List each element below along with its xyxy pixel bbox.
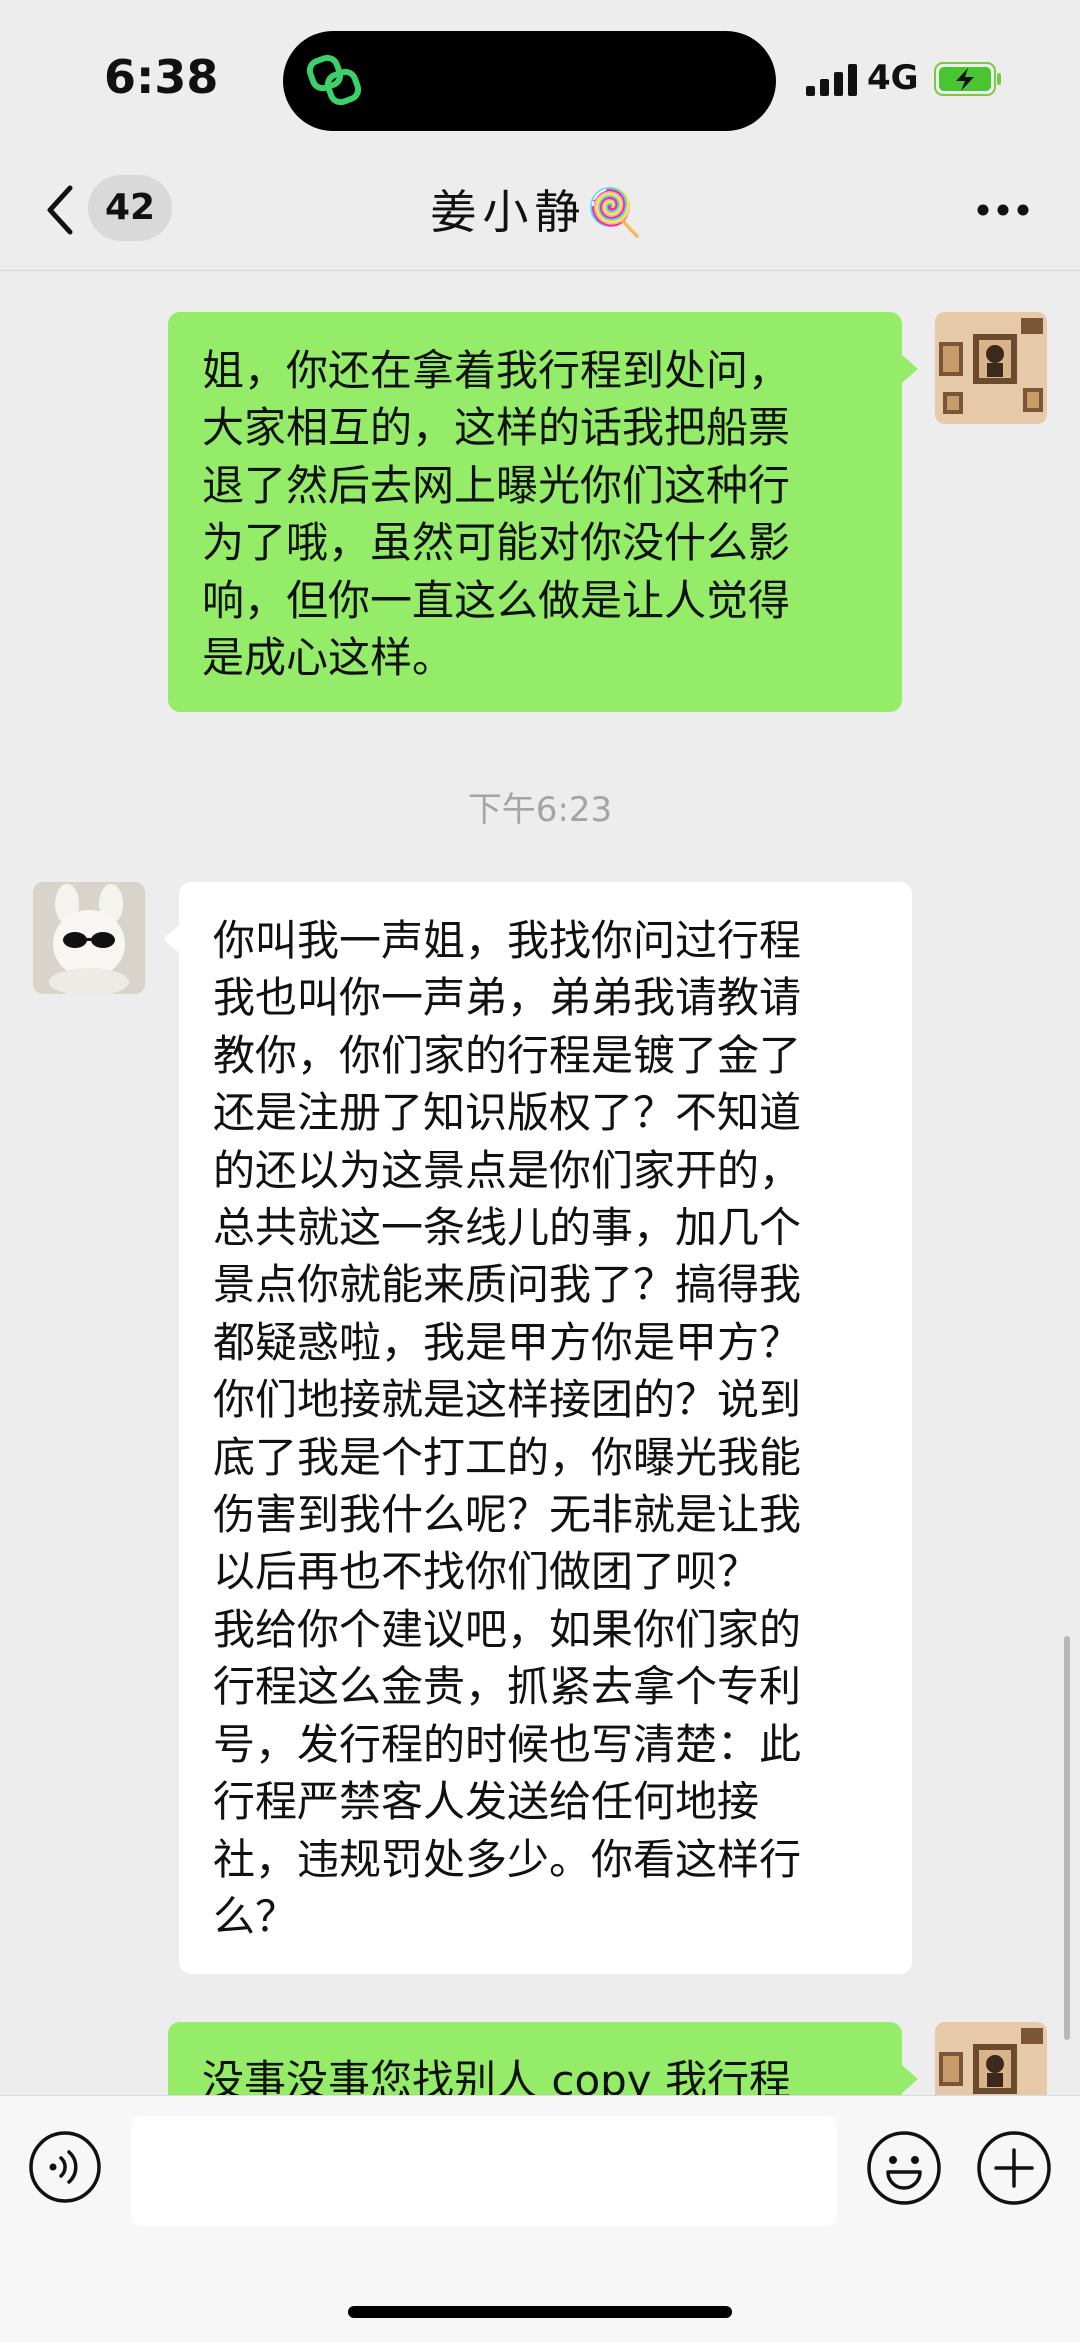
bubble-tail [902,2065,918,2093]
more-icon[interactable] [976,202,1030,218]
dynamic-island [283,31,776,131]
app-activity-icon [306,54,362,106]
signal-icon [806,64,857,96]
plus-icon[interactable] [976,2130,1052,2206]
bubble-tail [163,925,179,953]
avatar-image [33,882,145,994]
message-input[interactable] [131,2116,837,2226]
avatar-image [935,312,1047,424]
my-avatar[interactable] [935,312,1047,424]
emoji-icon[interactable] [866,2130,942,2206]
chat-header: 42 姜小静🍭 [0,150,1080,271]
home-indicator[interactable] [348,2306,732,2318]
status-bar: 6:38 4G [0,0,1080,150]
network-type: 4G [867,58,919,98]
battery-charging-icon [934,62,1001,96]
message-bubble-incoming[interactable]: 你叫我一声姐，我找你问过行程 我也叫你一声弟，弟弟我请教请 教你，你们家的行程是… [179,882,912,1974]
message-timestamp: 下午6:23 [467,790,613,830]
message-bubble-outgoing[interactable]: 姐，你还在拿着我行程到处问， 大家相互的，这样的话我把船票 退了然后去网上曝光你… [168,312,902,712]
scrollbar[interactable] [1064,1636,1070,2040]
voice-icon[interactable] [28,2130,102,2204]
contact-avatar[interactable] [33,882,145,994]
bubble-tail [902,355,918,383]
chat-title: 姜小静🍭 [430,185,650,239]
status-time: 6:38 [104,50,219,104]
input-bar [0,2095,1080,2342]
